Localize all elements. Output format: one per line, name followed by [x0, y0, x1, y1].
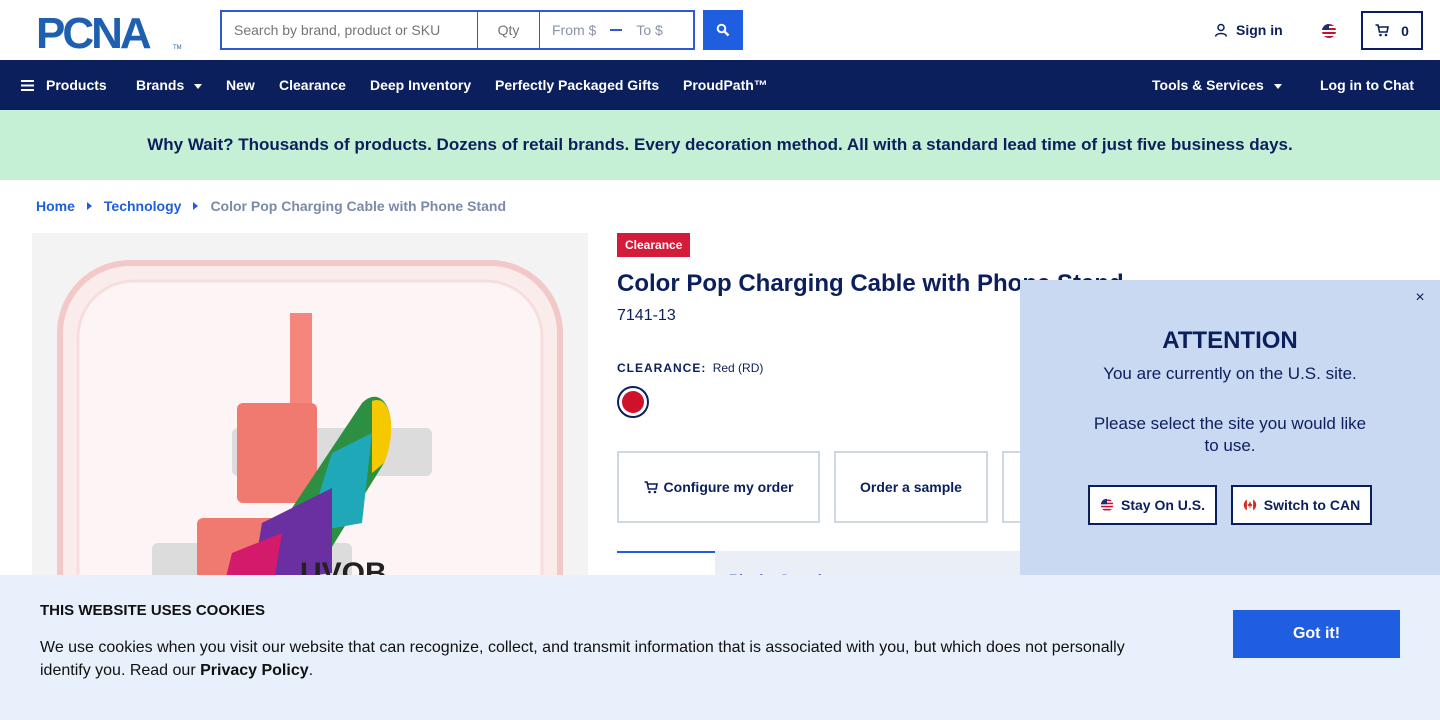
promo-banner-text: Why Wait? Thousands of products. Dozens …	[147, 135, 1293, 154]
nav-new[interactable]: New	[226, 60, 255, 110]
user-icon	[1214, 23, 1228, 37]
nav-tools-label: Tools & Services	[1152, 77, 1264, 93]
breadcrumb-current: Color Pop Charging Cable with Phone Stan…	[210, 198, 506, 214]
search-icon	[716, 23, 730, 37]
search-bar: From $ To $	[220, 10, 743, 50]
pcna-logo[interactable]: PCNA TM	[36, 9, 184, 58]
price-to-input[interactable]: To $	[636, 22, 662, 38]
color-label-value: Red (RD)	[712, 361, 764, 375]
nav-products[interactable]: Products	[21, 60, 107, 110]
breadcrumb: Home Technology Color Pop Charging Cable…	[36, 198, 506, 214]
nav-brands[interactable]: Brands	[136, 60, 203, 110]
swatch-dot	[622, 391, 644, 413]
qty-input[interactable]	[478, 10, 540, 50]
cookie-text: We use cookies when you visit our websit…	[40, 636, 1150, 682]
chevron-right-icon	[193, 202, 199, 210]
nav-tools-services[interactable]: Tools & Services	[1152, 60, 1282, 110]
nav-proudpath[interactable]: ProudPath™	[683, 60, 768, 110]
canada-flag-icon	[1243, 498, 1256, 512]
cart-button[interactable]: 0	[1361, 11, 1423, 50]
breadcrumb-home[interactable]: Home	[36, 198, 75, 214]
cart-icon	[1375, 24, 1390, 37]
chevron-down-icon	[194, 83, 203, 89]
nav-chat[interactable]: Log in to Chat	[1320, 60, 1414, 110]
configure-order-button[interactable]: Configure my order	[617, 451, 820, 523]
price-dash	[610, 29, 623, 31]
stay-us-label: Stay On U.S.	[1120, 497, 1206, 513]
promo-banner: Why Wait? Thousands of products. Dozens …	[0, 110, 1440, 180]
search-button[interactable]	[703, 10, 743, 50]
cookie-period: .	[308, 662, 314, 679]
site-selector-popup: × ATTENTION You are currently on the U.S…	[1020, 280, 1440, 575]
sign-in-button[interactable]: Sign in	[1214, 22, 1283, 38]
us-flag-icon[interactable]	[1320, 22, 1338, 40]
stay-us-button[interactable]: Stay On U.S.	[1088, 485, 1217, 525]
nav-gifts[interactable]: Perfectly Packaged Gifts	[495, 60, 659, 110]
search-input[interactable]	[220, 10, 478, 50]
us-flag-icon	[1100, 498, 1114, 512]
product-image[interactable]: UVOB	[32, 233, 588, 593]
product-sku: 7141-13	[617, 307, 676, 324]
nav-clearance[interactable]: Clearance	[279, 60, 346, 110]
svg-text:TM: TM	[173, 45, 182, 50]
cookie-banner: THIS WEBSITE USES COOKIES We use cookies…	[0, 575, 1440, 720]
price-from-input[interactable]: From $	[552, 22, 596, 38]
svg-text:PCNA: PCNA	[36, 12, 151, 50]
color-swatch-red[interactable]	[617, 386, 649, 418]
main-nav: Products Brands New Clearance Deep Inven…	[0, 60, 1440, 110]
nav-products-label: Products	[46, 77, 107, 93]
price-range: From $ To $	[540, 10, 695, 50]
nav-brands-label: Brands	[136, 77, 185, 93]
breadcrumb-technology[interactable]: Technology	[104, 198, 182, 214]
configure-order-label: Configure my order	[663, 479, 794, 495]
color-label-key: CLEARANCE:	[617, 361, 707, 375]
popup-heading: ATTENTION	[1162, 327, 1298, 354]
sign-in-label: Sign in	[1236, 22, 1283, 38]
color-label: CLEARANCE: Red (RD)	[617, 361, 763, 375]
clearance-badge: Clearance	[617, 233, 691, 257]
hamburger-icon	[21, 79, 34, 91]
popup-select-text: Please select the site you would like to…	[1093, 414, 1367, 455]
switch-can-label: Switch to CAN	[1263, 497, 1361, 513]
order-sample-button[interactable]: Order a sample	[834, 451, 988, 523]
order-sample-label: Order a sample	[860, 479, 962, 495]
chevron-down-icon	[1273, 83, 1282, 89]
close-icon[interactable]: ×	[1410, 288, 1430, 308]
cart-icon	[644, 480, 658, 493]
switch-can-button[interactable]: Switch to CAN	[1231, 485, 1372, 525]
top-header: PCNA TM From $ To $ Sign in	[0, 0, 1440, 60]
cookie-title: THIS WEBSITE USES COOKIES	[40, 602, 266, 619]
nav-deep-inventory[interactable]: Deep Inventory	[370, 60, 471, 110]
chevron-right-icon	[86, 202, 92, 210]
privacy-policy-link[interactable]: Privacy Policy	[200, 662, 309, 679]
cart-count: 0	[1401, 22, 1409, 39]
cookie-accept-button[interactable]: Got it!	[1233, 610, 1400, 658]
popup-current-site-text: You are currently on the U.S. site.	[1103, 364, 1357, 383]
